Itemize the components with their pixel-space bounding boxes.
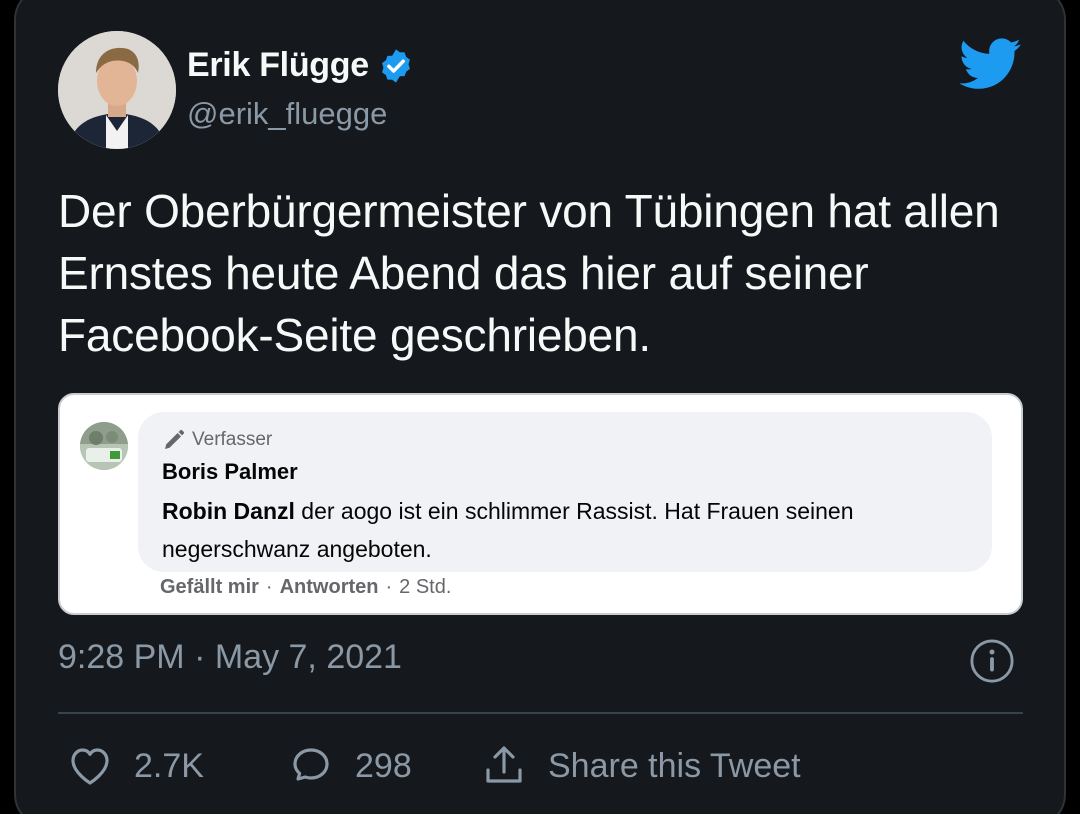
reply-button[interactable]: 298 bbox=[287, 742, 412, 790]
tweet-text: Der Oberbürgermeister von Tübingen hat a… bbox=[58, 185, 1000, 361]
tweet-timestamp[interactable]: 9:28 PM · May 7, 2021 bbox=[58, 638, 402, 677]
author-avatar[interactable] bbox=[58, 31, 176, 149]
divider bbox=[58, 712, 1023, 714]
speech-bubble-icon bbox=[293, 748, 329, 781]
heart-icon bbox=[71, 748, 109, 785]
author-name-row: Erik Flügge bbox=[187, 46, 415, 85]
author-tag: Verfasser bbox=[162, 428, 272, 452]
comment-bubble: Verfasser Boris Palmer Robin Danzl der a… bbox=[138, 412, 992, 572]
like-button[interactable]: 2.7K bbox=[66, 742, 204, 790]
embedded-image[interactable]: Verfasser Boris Palmer Robin Danzl der a… bbox=[58, 393, 1023, 615]
verified-badge-icon bbox=[381, 48, 410, 83]
author-name[interactable]: Erik Flügge bbox=[187, 46, 369, 85]
comment-text: Robin Danzl der aogo ist ein schlimmer R… bbox=[162, 492, 962, 568]
comment-mention: Robin Danzl bbox=[162, 498, 295, 524]
twitter-bird-icon[interactable] bbox=[960, 38, 1022, 90]
pencil-icon bbox=[165, 429, 185, 449]
author-tag-label: Verfasser bbox=[192, 429, 273, 450]
like-count: 2.7K bbox=[134, 746, 204, 785]
commenter-avatar bbox=[80, 422, 128, 470]
author-handle[interactable]: @erik_fluegge bbox=[187, 96, 387, 132]
separator: · bbox=[385, 576, 393, 598]
info-icon[interactable] bbox=[969, 638, 1015, 684]
comment-time: 2 Std. bbox=[399, 576, 452, 598]
share-icon bbox=[486, 746, 522, 783]
comment-like-action: Gefällt mir bbox=[160, 576, 259, 598]
comment-actions: Gefällt mir · Antworten · 2 Std. bbox=[160, 576, 451, 599]
share-button[interactable]: Share this Tweet bbox=[480, 742, 801, 790]
reply-count: 298 bbox=[355, 746, 412, 785]
share-label: Share this Tweet bbox=[548, 746, 801, 785]
separator: · bbox=[265, 576, 273, 598]
comment-reply-action: Antworten bbox=[279, 576, 379, 598]
commenter-name: Boris Palmer bbox=[162, 459, 298, 484]
